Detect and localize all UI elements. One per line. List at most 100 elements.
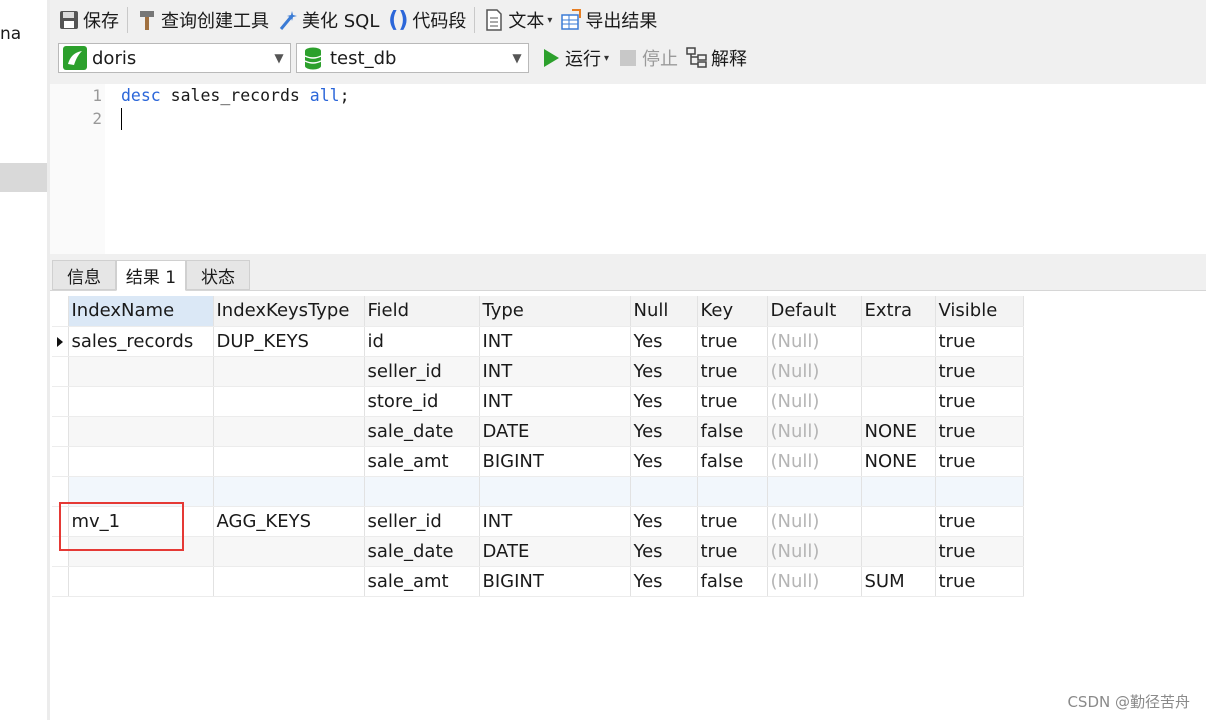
table-cell[interactable]: (Null) [767, 386, 862, 417]
stop-button[interactable]: 停止 [613, 42, 682, 74]
table-cell[interactable]: true [697, 536, 768, 567]
table-cell[interactable]: NONE [861, 416, 936, 447]
table-cell[interactable]: true [935, 446, 1024, 477]
table-cell[interactable]: false [697, 416, 768, 447]
table-cell[interactable] [935, 476, 1024, 507]
table-cell[interactable]: (Null) [767, 356, 862, 387]
table-cell[interactable] [861, 506, 936, 537]
table-cell[interactable]: Yes [630, 356, 698, 387]
run-button[interactable]: 运行 ▾ [536, 42, 613, 74]
table-cell[interactable]: SUM [861, 566, 936, 597]
table-row[interactable]: sales_records DUP_KEYS id INT Yes true (Null) t… [52, 326, 1024, 357]
table-cell[interactable]: sales_records [68, 326, 214, 357]
tab-info[interactable]: 信息 [52, 260, 116, 290]
table-cell[interactable] [213, 446, 365, 477]
table-cell[interactable] [68, 416, 214, 447]
table-cell[interactable] [697, 476, 768, 507]
tab-result-1[interactable]: 结果 1 [116, 260, 186, 291]
column-header[interactable]: Null [630, 296, 698, 327]
table-cell[interactable]: AGG_KEYS [213, 506, 365, 537]
table-cell[interactable]: id [364, 326, 480, 357]
tab-status[interactable]: 状态 [186, 260, 250, 290]
table-cell[interactable]: Yes [630, 566, 698, 597]
export-result-button[interactable]: 导出结果 [556, 4, 661, 36]
table-cell[interactable]: seller_id [364, 356, 480, 387]
table-row[interactable] [52, 476, 1024, 507]
table-cell[interactable]: INT [479, 356, 631, 387]
table-cell[interactable] [861, 476, 936, 507]
table-cell[interactable] [68, 386, 214, 417]
column-header[interactable]: Visible [935, 296, 1024, 327]
table-row[interactable]: sale_date DATE Yes true (Null) true [52, 536, 1024, 567]
column-header[interactable]: Field [364, 296, 480, 327]
table-cell[interactable]: INT [479, 386, 631, 417]
sql-editor[interactable]: 1 2 desc sales_records all; [50, 84, 1206, 254]
table-cell[interactable]: DUP_KEYS [213, 326, 365, 357]
table-cell[interactable]: (Null) [767, 536, 862, 567]
table-row[interactable]: sale_amt BIGINT Yes false (Null) SUM true [52, 566, 1024, 597]
table-cell[interactable] [213, 386, 365, 417]
row-header[interactable] [52, 446, 69, 477]
table-cell[interactable]: true [935, 386, 1024, 417]
table-cell[interactable] [861, 356, 936, 387]
table-cell[interactable]: BIGINT [479, 566, 631, 597]
code-snippet-button[interactable]: () 代码段 [383, 4, 470, 36]
column-header[interactable]: IndexKeysType [213, 296, 365, 327]
table-cell[interactable]: sale_amt [364, 446, 480, 477]
table-cell[interactable]: (Null) [767, 446, 862, 477]
table-cell[interactable]: true [697, 386, 768, 417]
database-select[interactable]: test_db ▼ [296, 43, 529, 73]
table-row[interactable]: sale_amt BIGINT Yes false (Null) NONE true [52, 446, 1024, 477]
table-cell[interactable]: Yes [630, 386, 698, 417]
table-cell[interactable]: false [697, 566, 768, 597]
table-cell[interactable] [213, 476, 365, 507]
column-header[interactable]: Extra [861, 296, 936, 327]
table-cell[interactable] [364, 476, 480, 507]
table-cell[interactable]: sale_amt [364, 566, 480, 597]
table-cell[interactable]: true [697, 506, 768, 537]
query-builder-button[interactable]: 查询创建工具 [132, 4, 273, 36]
object-panel-selected-item[interactable] [0, 163, 47, 192]
table-cell[interactable] [213, 536, 365, 567]
table-cell[interactable] [213, 566, 365, 597]
table-cell[interactable] [861, 386, 936, 417]
table-cell[interactable]: true [935, 326, 1024, 357]
table-cell[interactable] [68, 356, 214, 387]
table-cell[interactable]: true [935, 566, 1024, 597]
column-header[interactable]: Type [479, 296, 631, 327]
table-cell[interactable]: true [935, 506, 1024, 537]
table-cell[interactable] [213, 356, 365, 387]
table-cell[interactable] [767, 476, 862, 507]
row-header[interactable] [52, 356, 69, 387]
table-cell[interactable]: Yes [630, 446, 698, 477]
table-cell[interactable]: sale_date [364, 536, 480, 567]
table-cell[interactable]: (Null) [767, 506, 862, 537]
table-cell[interactable]: DATE [479, 416, 631, 447]
table-cell[interactable]: Yes [630, 506, 698, 537]
table-cell[interactable]: store_id [364, 386, 480, 417]
table-cell[interactable]: (Null) [767, 416, 862, 447]
table-cell[interactable] [68, 446, 214, 477]
table-cell[interactable] [630, 476, 698, 507]
table-cell[interactable]: (Null) [767, 326, 862, 357]
table-cell[interactable]: true [935, 416, 1024, 447]
table-row[interactable]: mv_1 AGG_KEYS seller_id INT Yes true (Null) tru… [52, 506, 1024, 537]
table-row[interactable]: store_id INT Yes true (Null) true [52, 386, 1024, 417]
table-cell[interactable]: INT [479, 506, 631, 537]
table-cell[interactable]: NONE [861, 446, 936, 477]
table-cell[interactable]: Yes [630, 326, 698, 357]
beautify-sql-button[interactable]: 美化 SQL [273, 4, 383, 36]
explain-button[interactable]: 解释 [682, 42, 751, 74]
row-header[interactable] [52, 416, 69, 447]
table-cell[interactable]: INT [479, 326, 631, 357]
table-row[interactable]: sale_date DATE Yes false (Null) NONE true [52, 416, 1024, 447]
table-cell[interactable]: DATE [479, 536, 631, 567]
connection-select[interactable]: doris ▼ [58, 43, 291, 73]
table-cell[interactable]: Yes [630, 536, 698, 567]
column-header[interactable]: IndexName [68, 296, 214, 327]
table-cell[interactable] [213, 416, 365, 447]
table-cell[interactable]: true [935, 536, 1024, 567]
table-cell[interactable]: true [697, 326, 768, 357]
table-cell[interactable] [479, 476, 631, 507]
table-cell[interactable]: true [935, 356, 1024, 387]
